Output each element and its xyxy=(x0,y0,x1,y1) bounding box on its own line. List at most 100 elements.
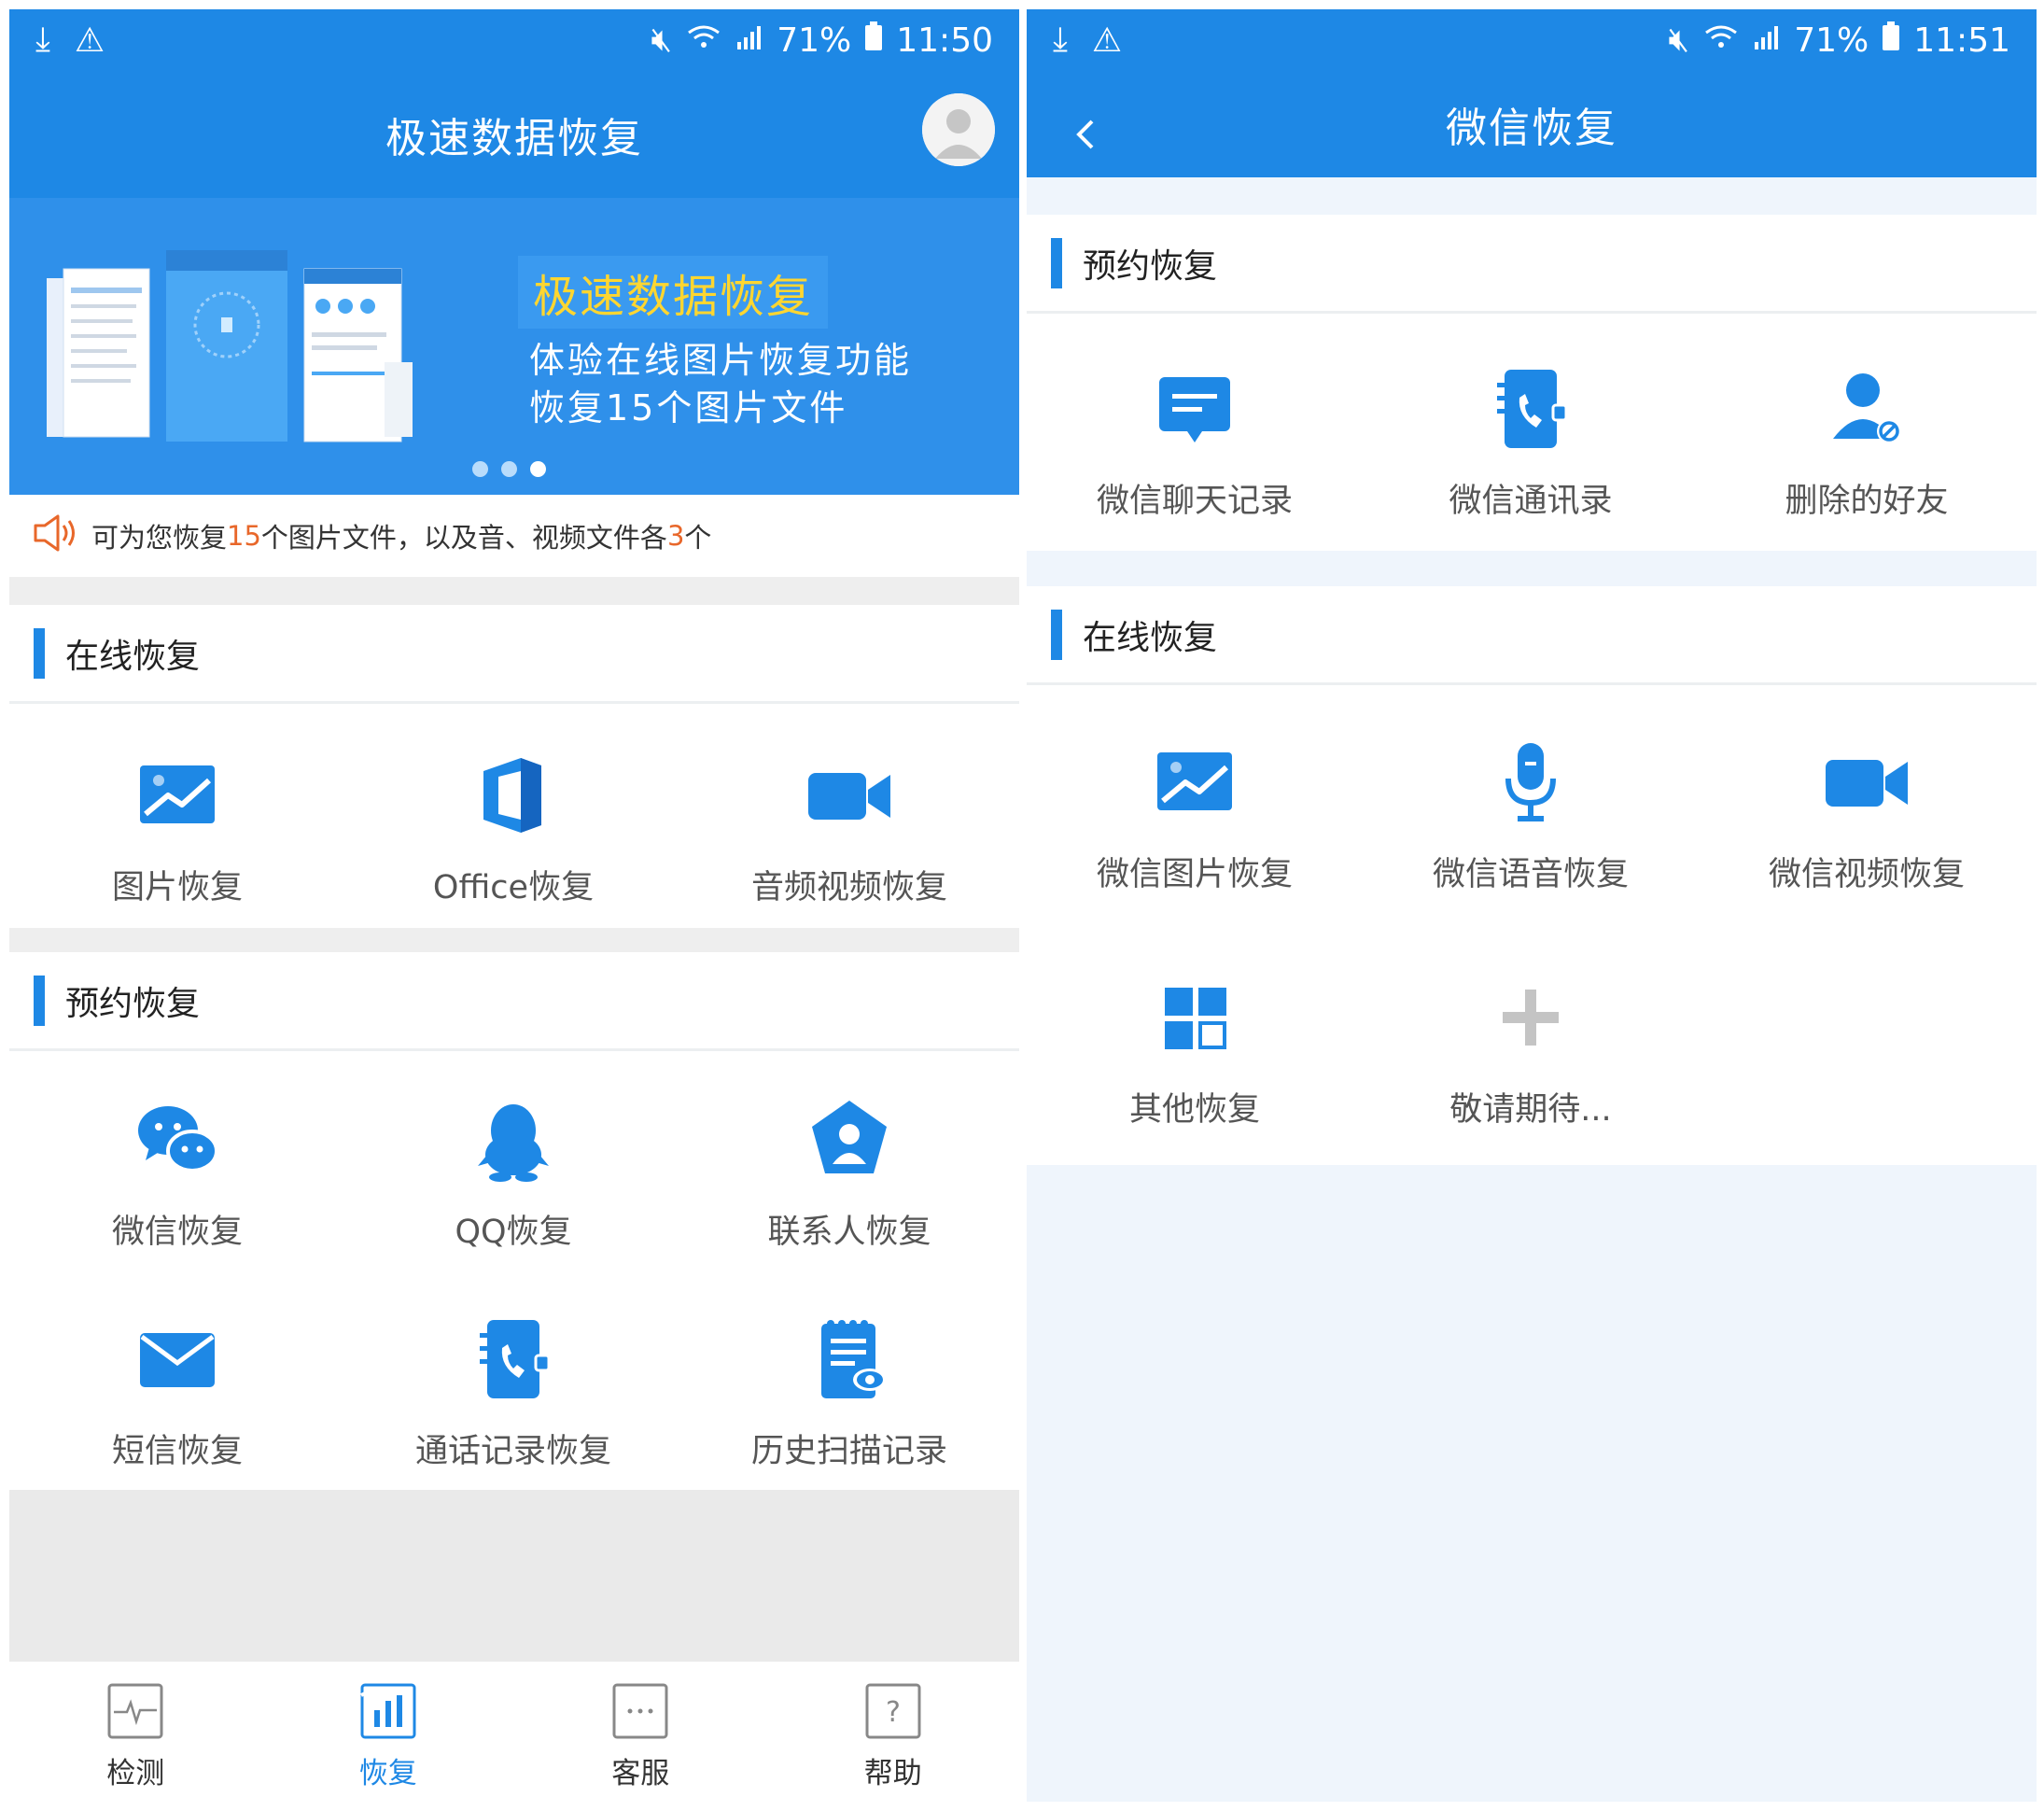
grid-item-label: 敬请期待... xyxy=(1449,1091,1612,1129)
warning-icon: ⚠ xyxy=(1091,21,1123,60)
mute-icon: 🔇︎ xyxy=(651,21,673,59)
notice-media-count: 3 xyxy=(666,520,685,552)
section-divider xyxy=(9,928,1019,952)
status-bar: ⤓ ⚠ 🔇︎ 71% 11:50 xyxy=(9,9,1019,71)
section-accent-bar xyxy=(1051,609,1062,660)
wifi-icon xyxy=(685,21,722,60)
notice-image-count: 15 xyxy=(227,520,261,552)
grid-item-av-recovery[interactable]: 音频视频恢复 xyxy=(681,749,1017,908)
svg-text:?: ? xyxy=(886,1696,901,1729)
battery-percent: 71% xyxy=(777,21,852,60)
carousel-dot[interactable] xyxy=(472,461,488,477)
notice-text-2: 个图片文件，以及音、视频文件各 xyxy=(260,522,667,554)
mute-icon: 🔇︎ xyxy=(1668,21,1690,59)
notice-text-1: 可为您恢复 xyxy=(91,522,228,554)
grid-item-coming-soon[interactable]: 敬请期待... xyxy=(1363,971,1699,1130)
wechat-online-grid: 微信图片恢复 微信语音恢复 微信视频恢复 其他恢复 敬请期待... xyxy=(1027,685,2037,1165)
grid-item-label: 短信恢复 xyxy=(111,1433,243,1470)
tab-label: 恢复 xyxy=(358,1757,417,1790)
grid-item-label: 联系人恢复 xyxy=(767,1214,931,1251)
tab-label: 帮助 xyxy=(863,1757,922,1790)
warning-icon: ⚠ xyxy=(74,21,105,60)
grid-item-qq-recovery[interactable]: QQ恢复 xyxy=(345,1093,681,1253)
banner-line-1: 体验在线图片恢复功能 xyxy=(529,340,913,381)
section-title: 在线恢复 xyxy=(65,637,201,676)
chat-dots-icon xyxy=(612,1683,668,1739)
left-screen: ⤓ ⚠ 🔇︎ 71% 11:50 极速数据恢复 极速数据恢复 体验在线图片恢复功… xyxy=(9,9,1019,1802)
grid-item-label: 微信图片恢复 xyxy=(1096,856,1293,893)
image-icon xyxy=(131,749,224,842)
grid-item-label: 图片恢复 xyxy=(111,869,243,906)
wifi-icon xyxy=(1702,21,1740,60)
section-title: 预约恢复 xyxy=(65,984,201,1023)
bar-chart-icon xyxy=(359,1683,416,1739)
tab-detect[interactable]: 检测 xyxy=(9,1662,262,1802)
grid-icon xyxy=(1148,971,1241,1064)
section-header-online: 在线恢复 xyxy=(1027,586,2037,685)
scan-history-icon xyxy=(803,1313,896,1406)
phone-book-icon xyxy=(467,1313,560,1406)
grid-item-image-recovery[interactable]: 图片恢复 xyxy=(9,749,345,908)
recovery-notice: 可为您恢复 15 个图片文件，以及音、视频文件各 3 个 xyxy=(9,495,1019,577)
grid-item-scan-history[interactable]: 历史扫描记录 xyxy=(681,1313,1017,1472)
grid-item-wechat-video[interactable]: 微信视频恢复 xyxy=(1699,736,2035,895)
tab-service[interactable]: 客服 xyxy=(514,1662,767,1802)
promo-banner[interactable]: 极速数据恢复 体验在线图片恢复功能 恢复15个图片文件 xyxy=(9,198,1019,495)
tab-label: 检测 xyxy=(106,1757,165,1790)
video-camera-icon xyxy=(1820,736,1913,829)
banner-line-2: 恢复15个图片文件 xyxy=(529,387,848,428)
grid-item-label: 删除的好友 xyxy=(1785,483,1949,520)
grid-item-label: 微信视频恢复 xyxy=(1768,856,1965,893)
battery-icon xyxy=(864,21,883,60)
grid-item-sms-recovery[interactable]: 短信恢复 xyxy=(9,1313,345,1472)
wechat-reserve-grid: 微信聊天记录 微信通讯录 删除的好友 xyxy=(1027,314,2037,551)
grid-item-label: 微信恢复 xyxy=(111,1214,243,1251)
carousel-indicator[interactable] xyxy=(472,461,546,477)
grid-item-contact-recovery[interactable]: 联系人恢复 xyxy=(681,1093,1017,1253)
battery-percent: 71% xyxy=(1794,21,1869,60)
avatar[interactable] xyxy=(922,93,995,166)
app-header: 极速数据恢复 xyxy=(9,71,1019,198)
deleted-friend-icon xyxy=(1820,362,1913,456)
notice-text-3: 个 xyxy=(684,522,712,554)
download-icon: ⤓ xyxy=(35,21,50,59)
grid-item-call-log-recovery[interactable]: 通话记录恢复 xyxy=(345,1313,681,1472)
chat-bubble-icon xyxy=(1148,362,1241,456)
grid-item-label: 历史扫描记录 xyxy=(750,1433,947,1470)
chevron-left-icon xyxy=(1076,119,1094,149)
phone-book-icon xyxy=(1484,362,1577,456)
tab-recover[interactable]: 恢复 xyxy=(262,1662,515,1802)
plus-icon xyxy=(1484,971,1577,1064)
tab-help[interactable]: ? 帮助 xyxy=(767,1662,1020,1802)
section-accent-bar xyxy=(1051,237,1062,288)
carousel-dot-active[interactable] xyxy=(530,461,546,477)
section-title: 预约恢复 xyxy=(1083,246,1218,286)
grid-item-wechat-image[interactable]: 微信图片恢复 xyxy=(1027,736,1363,895)
app-header: 微信恢复 xyxy=(1027,71,2037,177)
section-header-online: 在线恢复 xyxy=(9,605,1019,704)
grid-item-label: 其他恢复 xyxy=(1128,1091,1260,1129)
signal-icon xyxy=(1753,21,1781,60)
section-accent-bar xyxy=(34,975,45,1026)
grid-item-chat-history[interactable]: 微信聊天记录 xyxy=(1027,362,1363,522)
video-camera-icon xyxy=(803,749,896,842)
grid-item-wechat-recovery[interactable]: 微信恢复 xyxy=(9,1093,345,1253)
battery-icon xyxy=(1882,21,1900,60)
grid-item-office-recovery[interactable]: Office恢复 xyxy=(345,749,681,908)
grid-item-wechat-contacts[interactable]: 微信通讯录 xyxy=(1363,362,1699,522)
phone-screenshots-illustration xyxy=(47,250,413,442)
speaker-icon xyxy=(32,512,78,560)
grid-item-label: Office恢复 xyxy=(432,869,595,906)
carousel-dot[interactable] xyxy=(501,461,517,477)
grid-item-label: 微信通讯录 xyxy=(1449,483,1613,520)
pulse-icon xyxy=(107,1683,163,1739)
status-bar: ⤓ ⚠ 🔇︎ 71% 11:51 xyxy=(1027,9,2037,71)
grid-item-other-recovery[interactable]: 其他恢复 xyxy=(1027,971,1363,1130)
grid-item-label: QQ恢复 xyxy=(455,1214,572,1251)
grid-item-deleted-friends[interactable]: 删除的好友 xyxy=(1699,362,2035,522)
microphone-icon xyxy=(1484,736,1577,829)
office-icon xyxy=(467,749,560,842)
grid-item-label: 通话记录恢复 xyxy=(414,1433,611,1470)
grid-item-wechat-voice[interactable]: 微信语音恢复 xyxy=(1363,736,1699,895)
back-button[interactable] xyxy=(1068,108,1105,161)
